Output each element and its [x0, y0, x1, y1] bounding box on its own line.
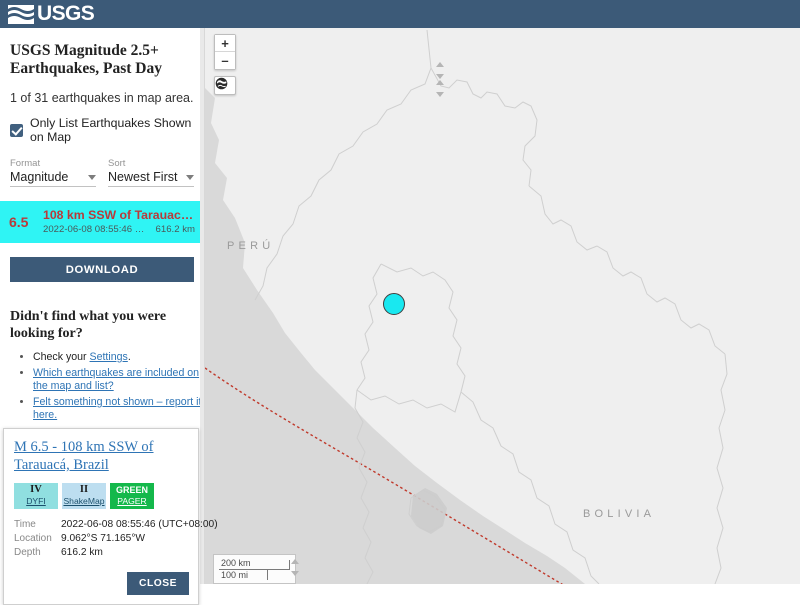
sort-label: Sort: [108, 158, 126, 169]
location-value: 9.062°S 71.165°W: [61, 533, 146, 544]
dyfi-intensity: IV: [30, 484, 42, 495]
popup-title-link[interactable]: M 6.5 - 108 km SSW of Tarauacá, Brazil: [14, 439, 154, 473]
time-label: Time: [14, 519, 36, 530]
chevron-down-icon: [88, 174, 96, 180]
earthquake-count: 1 of 31 earthquakes in map area.: [10, 91, 194, 105]
shakemap-badge[interactable]: II ShakeMap: [62, 483, 106, 509]
notfound-heading: Didn't find what you were looking for?: [10, 309, 167, 341]
list-options-row: Format Magnitude Sort Newest First: [0, 144, 204, 187]
scale-km: 200 km: [219, 558, 290, 570]
sort-select-group[interactable]: Sort Newest First: [108, 158, 194, 187]
earthquake-magnitude: 6.5: [9, 213, 29, 230]
earthquake-detail-popup: M 6.5 - 108 km SSW of Tarauacá, Brazil I…: [3, 428, 218, 605]
help-text-prefix: Check your: [33, 351, 90, 363]
format-value: Magnitude: [10, 170, 69, 184]
map-basemap-control[interactable]: [214, 76, 236, 95]
impact-badges: IV DYFI II ShakeMap GREEN PAGER: [14, 483, 189, 509]
detail-row-depth: Depth 616.2 km: [14, 547, 189, 558]
zoom-out-button[interactable]: –: [215, 52, 235, 69]
format-label: Format: [10, 158, 41, 169]
depth-value: 616.2 km: [61, 547, 103, 558]
earthquake-time: 2022-06-08 08:55:46 (UTC+08:…: [43, 224, 148, 235]
list-item: Which earthquakes are included on the ma…: [33, 367, 204, 393]
only-list-on-map-row[interactable]: Only List Earthquakes Shown on Map: [0, 105, 204, 144]
earthquake-info: 108 km SSW of Tarauacá, Brazil 2022-06-0…: [43, 208, 195, 235]
depth-label: Depth: [14, 547, 41, 558]
earthquake-meta: 2022-06-08 08:55:46 (UTC+08:… 616.2 km: [43, 224, 195, 235]
pager-label[interactable]: PAGER: [110, 496, 154, 506]
detail-row-time: Time 2022-06-08 08:55:46 (UTC+08:00): [14, 519, 218, 530]
list-item[interactable]: 6.5 108 km SSW of Tarauacá, Brazil 2022-…: [0, 201, 204, 243]
format-select[interactable]: Magnitude: [10, 170, 96, 187]
settings-link[interactable]: Settings: [90, 351, 128, 363]
shakemap-label[interactable]: ShakeMap: [62, 496, 106, 506]
download-button[interactable]: DOWNLOAD: [10, 257, 194, 282]
list-item: Felt something not shown – report it her…: [33, 396, 204, 422]
format-select-group[interactable]: Format Magnitude: [10, 158, 96, 187]
only-list-label: Only List Earthquakes Shown on Map: [30, 116, 192, 144]
help-links-list: Check your Settings. Which earthquakes a…: [0, 351, 204, 422]
page-title: USGS Magnitude 2.5+ Earthquakes, Past Da…: [10, 42, 163, 77]
sort-select[interactable]: Newest First: [108, 170, 194, 187]
usgs-header-bar: USGS: [0, 0, 800, 28]
usgs-logo[interactable]: USGS: [0, 2, 95, 25]
pager-badge[interactable]: GREEN PAGER: [110, 483, 154, 509]
felt-report-link[interactable]: Felt something not shown – report it her…: [33, 396, 201, 421]
earthquake-depth: 616.2 km: [155, 224, 195, 235]
only-list-checkbox[interactable]: [10, 123, 23, 137]
usgs-wordmark: USGS: [37, 2, 95, 25]
scale-mi: 100 mi: [219, 570, 290, 581]
time-value: 2022-06-08 08:55:46 (UTC+08:00): [61, 519, 218, 530]
earthquake-marker-m65[interactable]: [383, 293, 405, 315]
map-scale-bar: 200 km 100 mi: [213, 554, 296, 584]
sidebar-scrollbar[interactable]: [200, 28, 204, 584]
earthquake-list: 6.5 108 km SSW of Tarauacá, Brazil 2022-…: [0, 201, 204, 243]
zoom-in-button[interactable]: +: [215, 35, 235, 52]
list-item: Check your Settings.: [33, 351, 204, 364]
help-text-suffix: .: [127, 351, 131, 363]
dyfi-badge[interactable]: IV DYFI: [14, 483, 58, 509]
earthquake-place: 108 km SSW of Tarauacá, Brazil: [43, 208, 195, 222]
earthquake-map[interactable]: PERÚ BOLIVIA + – 200 km 100 mi: [205, 28, 800, 584]
globe-icon[interactable]: [215, 77, 235, 94]
sort-value: Newest First: [108, 170, 178, 184]
usgs-wave-logo-icon: [8, 4, 34, 24]
earthquake-details: Time 2022-06-08 08:55:46 (UTC+08:00) Loc…: [14, 519, 218, 558]
which-earthquakes-link[interactable]: Which earthquakes are included on the ma…: [33, 367, 199, 392]
shakemap-intensity: II: [79, 484, 89, 495]
pager-level: GREEN: [115, 485, 148, 495]
chevron-down-icon: [186, 174, 194, 180]
detail-row-location: Location 9.062°S 71.165°W: [14, 533, 189, 544]
dyfi-label[interactable]: DYFI: [14, 496, 58, 506]
map-geometry: [205, 28, 800, 584]
location-label: Location: [14, 533, 52, 544]
map-zoom-controls[interactable]: + –: [214, 34, 236, 70]
